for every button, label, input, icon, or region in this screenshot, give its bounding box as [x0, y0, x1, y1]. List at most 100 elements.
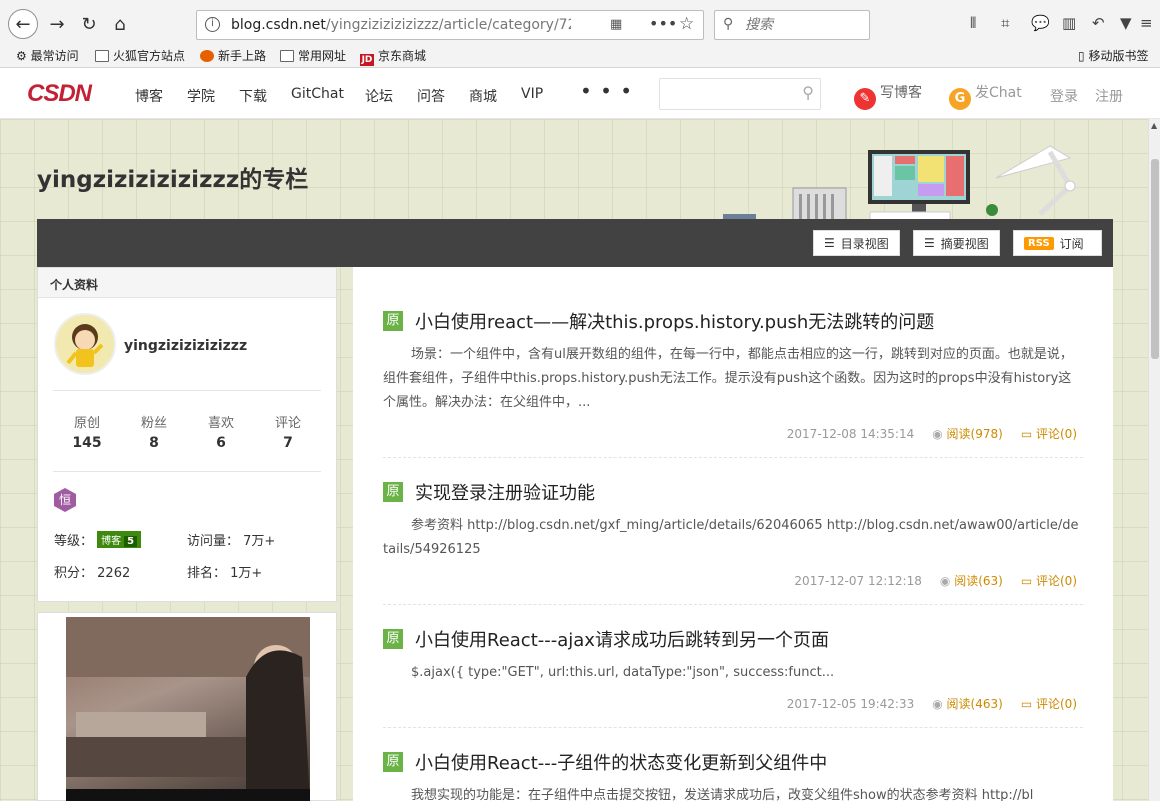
chat-bubble-icon[interactable]: 💬: [1031, 14, 1050, 32]
level-info: 等级： 博客 5: [54, 530, 142, 549]
article-summary: 我想实现的功能是：在子组件中点击提交按钮，发送请求成功后，改变父组件show的状…: [411, 788, 1034, 801]
login-link[interactable]: 登录: [1050, 86, 1078, 106]
page-actions-icon[interactable]: •••: [649, 14, 677, 33]
comment-icon: ▭: [1020, 427, 1033, 441]
eye-icon: ◉: [932, 697, 943, 711]
home-icon[interactable]: ⌂: [105, 9, 135, 39]
info-icon[interactable]: i: [205, 17, 220, 32]
url-bar[interactable]: i blog.csdn.net/yingzizizizizizzz/articl…: [196, 10, 704, 40]
nav-qa[interactable]: 问答: [417, 86, 445, 106]
gitchat-icon: G: [949, 88, 971, 110]
article-title-link[interactable]: 原实现登录注册验证功能: [383, 480, 1083, 504]
summary-list-icon: ☰: [924, 236, 935, 250]
summary-view-button[interactable]: ☰ 摘要视图: [913, 230, 1000, 256]
search-icon[interactable]: ⚲: [802, 83, 814, 102]
browser-search-box[interactable]: ⚲: [714, 10, 870, 40]
stat-fans: 粉丝 8: [140, 416, 167, 451]
browser-search-input[interactable]: [745, 16, 855, 34]
original-tag: 原: [383, 629, 403, 649]
eye-icon: ◉: [932, 427, 943, 441]
ad-image: [66, 617, 310, 801]
level-badge[interactable]: 博客 5: [97, 531, 142, 548]
original-tag: 原: [383, 482, 403, 502]
article-summary: 场景：一个组件中，含有ul展开数组的组件，在每一行中，都能点击相应的这一行，跳转…: [383, 347, 1073, 410]
sidebar-icon[interactable]: ▥: [1062, 14, 1076, 32]
reload-icon[interactable]: ↻: [74, 9, 104, 39]
rank-info: 排名： 1万+: [187, 566, 263, 581]
profile-panel: 个人资料 yingzizizizizizzz 原创 145 粉丝 8 喜欢 6 评论 7…: [37, 267, 337, 602]
folder-icon: [95, 50, 109, 62]
comment-icon: ▭: [1020, 697, 1033, 711]
article-meta: 2017-12-05 19:42:33 ◉ 阅读(463) ▭ 评论(0): [786, 697, 1077, 711]
bookmark-star-icon[interactable]: ☆: [679, 14, 694, 34]
stat-comments: 评论 7: [274, 416, 301, 451]
qr-code-icon[interactable]: ▦: [610, 17, 626, 33]
sidebar-ad: [37, 612, 337, 801]
avatar-cartoon-icon: [66, 324, 104, 367]
points-info: 积分： 2262: [54, 566, 131, 581]
ad-photo[interactable]: [66, 617, 310, 801]
site-search-input[interactable]: ⚲: [659, 78, 821, 110]
bookmark-firefox-official[interactable]: 火狐官方站点: [95, 47, 185, 64]
visits-info: 访问量： 7万+: [187, 534, 276, 549]
send-chat-button[interactable]: G 发Chat: [949, 82, 1022, 110]
catalog-view-button[interactable]: ☰ 目录视图: [813, 230, 900, 256]
nav-mall[interactable]: 商城: [469, 86, 497, 106]
list-icon: ☰: [824, 236, 835, 250]
nav-gitchat[interactable]: GitChat: [291, 86, 344, 102]
scroll-up-icon[interactable]: ▲: [1151, 121, 1157, 130]
rss-subscribe-button[interactable]: RSS 订阅: [1013, 230, 1102, 256]
forward-arrow-icon[interactable]: →: [42, 9, 72, 39]
stat-original: 原创 145: [72, 416, 102, 451]
site-nav: CSDN 博客 学院 下载 GitChat 论坛 问答 商城 VIP • • •…: [0, 69, 1160, 119]
bookmark-getting-started[interactable]: 新手上路: [200, 47, 266, 64]
folder-icon: [280, 50, 294, 62]
article-title-link[interactable]: 原小白使用React---子组件的状态变化更新到父组件中: [383, 750, 1083, 774]
scrollbar-thumb[interactable]: [1151, 159, 1159, 359]
pocket-icon[interactable]: ▼: [1120, 14, 1132, 32]
comment-count-link[interactable]: ▭ 评论(0): [1021, 427, 1077, 441]
bookmark-jd[interactable]: JD 京东商城: [360, 47, 426, 66]
read-count-link[interactable]: ◉ 阅读(978): [932, 427, 1003, 441]
nav-more-icon[interactable]: • • •: [580, 79, 633, 103]
divider: [53, 390, 321, 391]
url-text[interactable]: blog.csdn.net/yingzizizizizizzz/article/…: [231, 17, 571, 33]
read-count-link[interactable]: ◉ 阅读(63): [940, 574, 1003, 588]
article-list: 原小白使用react——解决this.props.history.push无法跳…: [353, 267, 1113, 801]
nav-academy[interactable]: 学院: [187, 86, 215, 106]
scrollbar[interactable]: ▲: [1148, 119, 1160, 801]
csdn-logo[interactable]: CSDN: [27, 80, 92, 108]
nav-blog[interactable]: 博客: [135, 86, 163, 106]
library-icon[interactable]: ⫴: [970, 14, 976, 32]
bookmark-common-sites[interactable]: 常用网址: [280, 47, 346, 64]
comment-count-link[interactable]: ▭ 评论(0): [1021, 697, 1077, 711]
article-title-link[interactable]: 原小白使用react——解决this.props.history.push无法跳…: [383, 309, 1083, 333]
menu-icon[interactable]: ≡: [1140, 14, 1153, 32]
register-link[interactable]: 注册: [1095, 86, 1123, 106]
username[interactable]: yingzizizizizizzz: [124, 338, 247, 354]
read-count-link[interactable]: ◉ 阅读(463): [932, 697, 1003, 711]
divider: [383, 604, 1083, 605]
bookmarks-bar: ⚙ 最常访问 火狐官方站点 新手上路 常用网址 JD 京东商城 ▯ 移动版书签: [0, 45, 1160, 67]
banner-illustration: [723, 145, 1076, 220]
nav-download[interactable]: 下载: [239, 86, 267, 106]
nav-forum[interactable]: 论坛: [365, 86, 393, 106]
persistence-medal-icon[interactable]: 恒: [54, 488, 76, 512]
article-title-link[interactable]: 原小白使用React---ajax请求成功后跳转到另一个页面: [383, 627, 1083, 651]
original-tag: 原: [383, 752, 403, 772]
back-arrow-icon[interactable]: ←: [8, 9, 38, 39]
original-tag: 原: [383, 311, 403, 331]
write-blog-button[interactable]: ✎ 写博客: [854, 82, 922, 110]
stat-likes: 喜欢 6: [207, 416, 234, 451]
article-meta: 2017-12-08 14:35:14 ◉ 阅读(978) ▭ 评论(0): [786, 427, 1077, 441]
undo-icon[interactable]: ↶: [1092, 14, 1105, 32]
avatar[interactable]: [54, 313, 116, 375]
nav-vip[interactable]: VIP: [521, 86, 543, 102]
search-icon: ⚲: [723, 16, 734, 32]
bookmark-most-visited[interactable]: ⚙ 最常访问: [16, 47, 79, 64]
crop-icon[interactable]: ⌗: [1001, 14, 1009, 32]
mobile-bookmarks[interactable]: ▯ 移动版书签: [1078, 47, 1148, 64]
comment-count-link[interactable]: ▭ 评论(0): [1021, 574, 1077, 588]
article-meta: 2017-12-07 12:12:18 ◉ 阅读(63) ▭ 评论(0): [794, 574, 1077, 588]
page-title: yingzizizizizizzz的专栏: [37, 167, 309, 193]
